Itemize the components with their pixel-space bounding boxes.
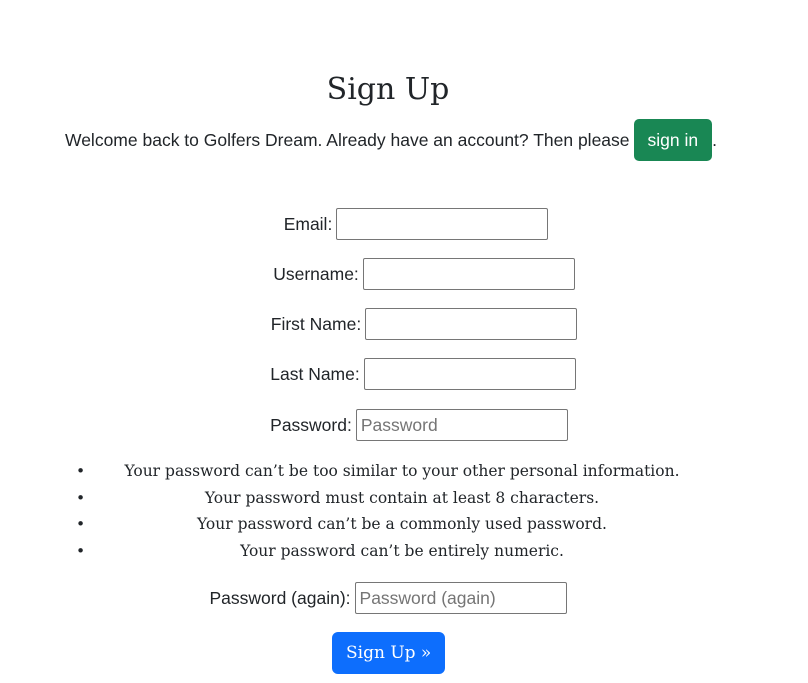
list-item: • Your password can’t be entirely numeric… <box>76 541 564 560</box>
password-field[interactable] <box>355 409 568 441</box>
password-row: Password: <box>31 409 807 441</box>
list-item: • Your password must contain at least 8 c… <box>76 488 600 507</box>
last-name-row: Last Name: <box>35 358 808 390</box>
list-item: • Your password can’t be a commonly used … <box>76 515 607 533</box>
welcome-suffix: . <box>712 129 717 150</box>
list-item: • Your password can’t be too similar to y… <box>76 462 680 480</box>
page-title: Sign Up <box>326 72 450 107</box>
email-label: Email: <box>283 213 333 234</box>
first-name-field[interactable] <box>365 308 578 340</box>
email-field[interactable] <box>336 208 549 240</box>
username-label: Username: <box>273 263 359 284</box>
last-name-field[interactable] <box>363 358 576 390</box>
sign-in-button[interactable]: sign in <box>633 119 713 161</box>
last-name-label: Last Name: <box>270 363 360 384</box>
welcome-text: Welcome back to Golfers Dream. Already h… <box>65 129 630 150</box>
password-again-row: Password (again): <box>0 582 776 614</box>
password-label: Password: <box>270 414 352 435</box>
password-again-label: Password (again): <box>209 587 351 608</box>
submit-row: Sign Up » <box>332 632 446 674</box>
welcome-message: Welcome back to Golfers Dream. Already h… <box>65 119 717 161</box>
password-again-field[interactable] <box>354 582 567 614</box>
username-field[interactable] <box>362 258 575 290</box>
email-row: Email: <box>28 208 804 240</box>
username-row: Username: <box>36 258 808 290</box>
password-help-list: • Your password can’t be too similar to y… <box>0 458 808 564</box>
sign-up-button[interactable]: Sign Up » <box>332 632 446 674</box>
first-name-row: First Name: <box>36 308 808 340</box>
first-name-label: First Name: <box>270 313 362 334</box>
signup-page: Sign Up Welcome back to Golfers Dream. A… <box>0 0 808 683</box>
